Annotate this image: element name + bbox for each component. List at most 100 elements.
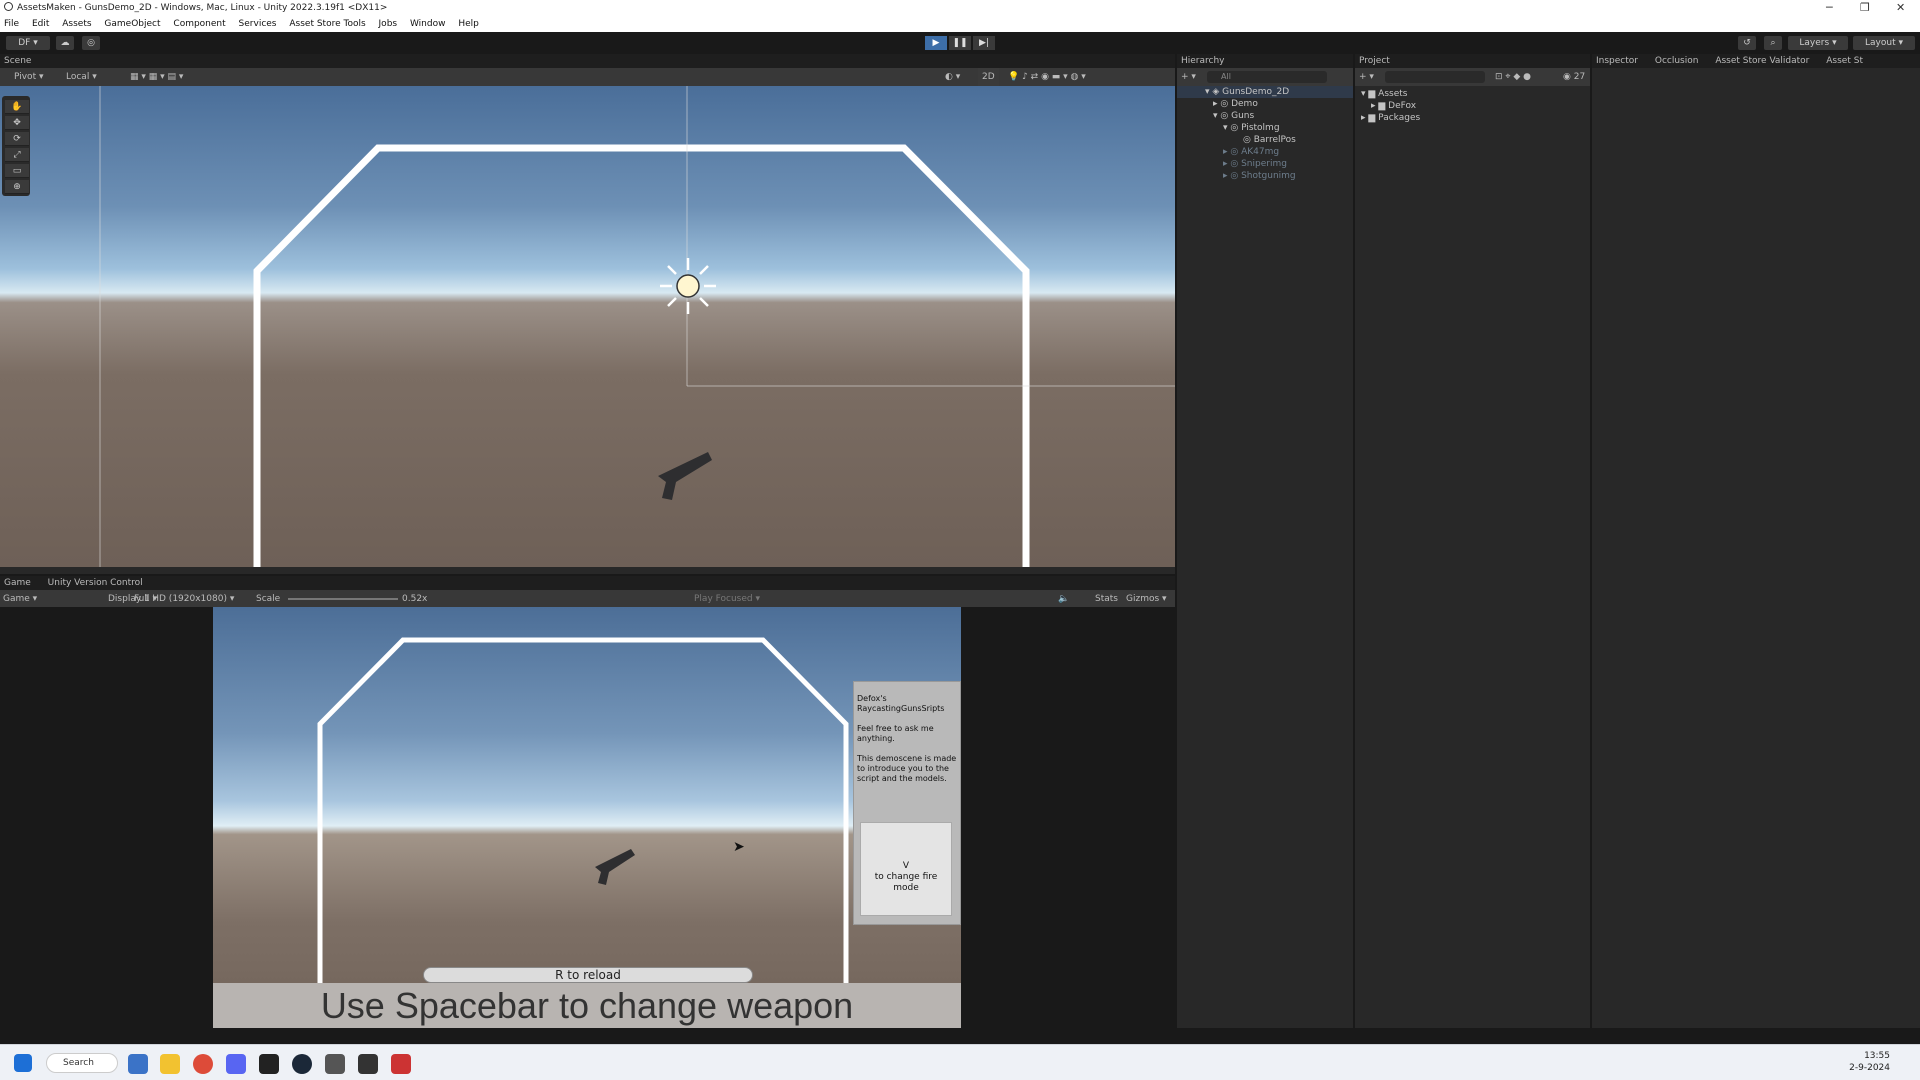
game-viewport[interactable]: ➤ Defox's RaycastingGunsSripts Feel free… <box>213 607 961 1028</box>
close-icon[interactable]: ✕ <box>1896 0 1905 16</box>
hierarchy-item-scene[interactable]: ▾ ◈ GunsDemo_2D <box>1177 86 1353 98</box>
shading-mode-icon[interactable]: ◐ ▾ <box>945 68 960 86</box>
file-explorer-icon[interactable] <box>160 1054 180 1074</box>
tab-asset-store-validator[interactable]: Asset Store Validator <box>1715 56 1809 66</box>
menu-file[interactable]: File <box>4 19 19 29</box>
system-clock[interactable]: 13:55 2-9-2024 <box>1849 1050 1890 1074</box>
undo-history-icon[interactable]: ↺ <box>1738 36 1756 50</box>
chrome-icon[interactable] <box>193 1054 213 1074</box>
project-panel: Project + ▾ ⊡ ⌖ ◆ ● ◉ 27 ▾ ▆ Assets ▸ ▆ … <box>1355 54 1590 1028</box>
pivot-label: Pivot <box>14 72 37 82</box>
game-mode-label: Game <box>3 594 30 604</box>
menu-window[interactable]: Window <box>410 19 446 29</box>
play-focused-label: Play Focused <box>694 594 753 604</box>
hand-tool-icon[interactable]: ✋ <box>5 100 29 114</box>
tab-asset-store[interactable]: Asset St <box>1826 56 1863 66</box>
hierarchy-search-input[interactable]: All <box>1207 71 1327 83</box>
hierarchy-item[interactable]: ▾ ◎ Guns <box>1177 110 1353 122</box>
project-add-button[interactable]: + ▾ <box>1359 68 1374 86</box>
steam-icon[interactable] <box>292 1054 312 1074</box>
recording-app-icon[interactable] <box>391 1054 411 1074</box>
rotate-tool-icon[interactable]: ⟳ <box>5 132 29 146</box>
tab-occlusion[interactable]: Occlusion <box>1655 56 1699 66</box>
move-tool-icon[interactable]: ✥ <box>5 116 29 130</box>
menu-gameobject[interactable]: GameObject <box>104 19 160 29</box>
mute-audio-icon[interactable]: 🔈 <box>1058 590 1069 607</box>
fire-mode-button[interactable]: V to change fire mode <box>860 822 952 916</box>
taskbar-search-box[interactable]: Search <box>46 1053 118 1073</box>
pause-button[interactable]: ❚❚ <box>949 36 971 50</box>
task-view-icon[interactable] <box>128 1054 148 1074</box>
tab-inspector[interactable]: Inspector <box>1596 56 1638 66</box>
hierarchy-item[interactable]: ◎ BarrelPos <box>1177 134 1353 146</box>
collab-icon[interactable]: ◎ <box>82 36 100 50</box>
scale-slider[interactable] <box>288 598 398 600</box>
menu-jobs[interactable]: Jobs <box>379 19 398 29</box>
menu-help[interactable]: Help <box>458 19 479 29</box>
project-folder[interactable]: ▸ ▆ DeFox <box>1355 100 1535 112</box>
tab-game[interactable]: Game <box>4 578 31 588</box>
account-dropdown[interactable]: DF ▾ <box>6 36 50 50</box>
info-line-4: to introduce you to the <box>857 764 949 773</box>
menu-assets[interactable]: Assets <box>62 19 91 29</box>
tab-hierarchy[interactable]: Hierarchy <box>1181 56 1225 66</box>
unity-editor-icon[interactable] <box>358 1054 378 1074</box>
epic-games-icon[interactable] <box>259 1054 279 1074</box>
menu-edit[interactable]: Edit <box>32 19 49 29</box>
tab-unity-version-control[interactable]: Unity Version Control <box>48 578 143 588</box>
layers-dropdown[interactable]: Layers ▾ <box>1788 36 1848 50</box>
menu-services[interactable]: Services <box>239 19 277 29</box>
search-icon[interactable]: ⌕ <box>1764 36 1782 50</box>
step-button[interactable]: ▶| <box>973 36 995 50</box>
inspector-panel: Inspector Occlusion Asset Store Validato… <box>1592 54 1920 1028</box>
layers-label: Layers <box>1799 38 1830 48</box>
hierarchy-item[interactable]: ▸ ◎ AK47mg <box>1177 146 1353 158</box>
minimize-icon[interactable]: ─ <box>1826 0 1833 16</box>
project-folder[interactable]: ▸ ▆ Packages <box>1355 112 1535 124</box>
game-tabbar: Game Unity Version Control <box>0 576 1175 590</box>
resolution-dropdown[interactable]: Full HD (1920x1080) ▾ <box>134 590 234 607</box>
hierarchy-item[interactable]: ▾ ◎ Pistolmg <box>1177 122 1353 134</box>
reload-hint: R to reload <box>423 967 753 983</box>
info-panel: Defox's RaycastingGunsSripts Feel free t… <box>853 681 961 925</box>
hierarchy-item[interactable]: ▸ ◎ Demo <box>1177 98 1353 110</box>
info-line-1: Feel free to ask me <box>857 724 934 733</box>
play-button[interactable]: ▶ <box>925 36 947 50</box>
tab-project[interactable]: Project <box>1359 56 1390 66</box>
stats-button[interactable]: Stats <box>1095 590 1118 607</box>
project-filter-icon[interactable]: ⊡ ⌖ ◆ ● <box>1495 68 1531 86</box>
scale-tool-icon[interactable]: ⤢ <box>5 148 29 162</box>
scene-level-outline <box>99 86 1175 567</box>
directional-light-icon[interactable] <box>658 256 718 316</box>
windows-start-icon[interactable] <box>14 1054 32 1072</box>
discord-icon[interactable] <box>226 1054 246 1074</box>
cloud-icon[interactable]: ☁ <box>56 36 74 50</box>
lighting-toggle-icon[interactable]: 💡 ♪ ⇄ ◉ ▬ ▾ ◍ ▾ <box>1008 68 1086 86</box>
pistol-object[interactable] <box>656 446 716 506</box>
play-focused-dropdown[interactable]: Play Focused ▾ <box>694 590 760 607</box>
pivot-dropdown[interactable]: Pivot ▾ <box>14 68 43 86</box>
layout-dropdown[interactable]: Layout ▾ <box>1853 36 1915 50</box>
hierarchy-item[interactable]: ▸ ◎ Sniperimg <box>1177 158 1353 170</box>
hidden-count-icon[interactable]: ◉ 27 <box>1563 68 1585 86</box>
title-bar: AssetsMaken - GunsDemo_2D - Windows, Mac… <box>0 0 1920 16</box>
scene-viewport[interactable]: ✋ ✥ ⟳ ⤢ ▭ ⊕ <box>0 86 1175 567</box>
tab-scene[interactable]: Scene <box>4 56 31 66</box>
hierarchy-add-button[interactable]: + ▾ <box>1181 68 1196 86</box>
rect-tool-icon[interactable]: ▭ <box>5 164 29 178</box>
transform-tool-icon[interactable]: ⊕ <box>5 180 29 194</box>
menu-asset-store-tools[interactable]: Asset Store Tools <box>289 19 365 29</box>
project-folder[interactable]: ▾ ▆ Assets <box>1355 88 1535 100</box>
menu-component[interactable]: Component <box>173 19 225 29</box>
restore-icon[interactable]: ❐ <box>1860 0 1870 16</box>
gizmos-dropdown[interactable]: Gizmos ▾ <box>1126 590 1167 607</box>
toggle-2d-button[interactable]: 2D <box>978 68 999 86</box>
grid-snap-icon[interactable]: ▦ ▾ ▦ ▾ ▤ ▾ <box>130 68 183 86</box>
game-mode-dropdown[interactable]: Game ▾ <box>3 590 37 607</box>
scale-value: 0.52x <box>402 594 428 604</box>
hierarchy-item[interactable]: ▸ ◎ Shotgunimg <box>1177 170 1353 182</box>
hierarchy-item-label: BarrelPos <box>1253 135 1296 145</box>
local-dropdown[interactable]: Local ▾ <box>66 68 97 86</box>
unity-hub-icon[interactable] <box>325 1054 345 1074</box>
project-search-input[interactable] <box>1385 71 1485 83</box>
